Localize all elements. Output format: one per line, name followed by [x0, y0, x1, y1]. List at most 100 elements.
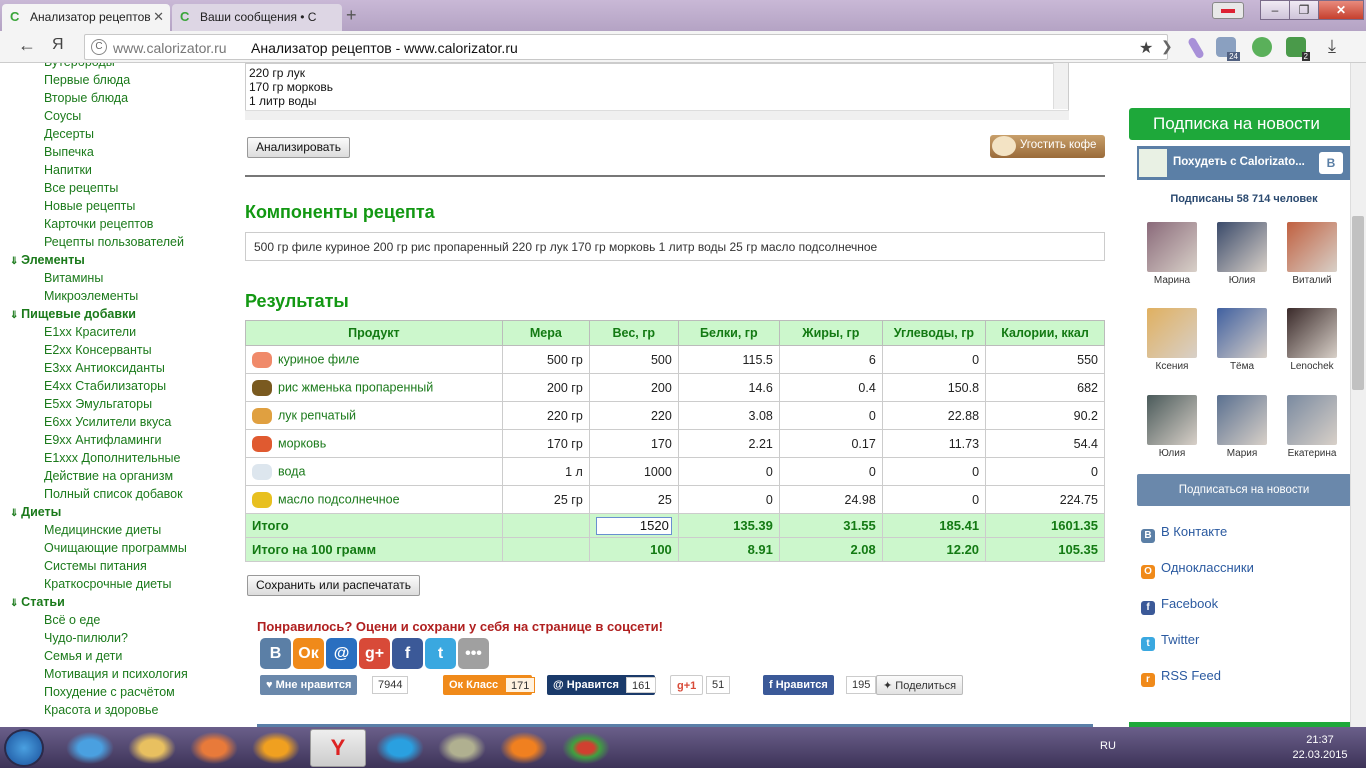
sidebar-item[interactable]: Выпечка	[44, 145, 94, 159]
member-name[interactable]: Тёма	[1207, 361, 1277, 372]
member-name[interactable]: Мария	[1207, 448, 1277, 459]
window-minimize-button[interactable]: –	[1260, 0, 1290, 20]
ie-taskbar-icon[interactable]	[62, 729, 118, 767]
social-share-icon[interactable]: В	[260, 638, 291, 669]
product-link[interactable]: лук репчатый	[278, 408, 356, 422]
product-link[interactable]: морковь	[278, 436, 326, 450]
sidebar-item[interactable]: E1xx Красители	[44, 325, 136, 339]
vk-subscribe-button[interactable]: Подписаться на новости	[1137, 474, 1351, 506]
member-name[interactable]: Ксения	[1137, 361, 1207, 372]
fb-like-button[interactable]: f Нравится	[763, 675, 834, 695]
window-maximize-button[interactable]: ❐	[1289, 0, 1319, 20]
social-link[interactable]: t Twitter	[1141, 632, 1199, 651]
social-share-icon[interactable]: g+	[359, 638, 390, 669]
refresh-extension-icon[interactable]	[1252, 37, 1272, 57]
page-scrollbar[interactable]	[1350, 63, 1366, 727]
chevron-right-icon[interactable]: ❯	[1161, 38, 1173, 55]
social-share-icon[interactable]: @	[326, 638, 357, 669]
taskbar-clock[interactable]: 21:37 22.03.2015	[1290, 733, 1350, 763]
member-name[interactable]: Виталий	[1277, 275, 1347, 286]
share-button[interactable]: ✦ Поделиться	[876, 675, 964, 695]
sidebar-item[interactable]: Карточки рецептов	[44, 217, 153, 231]
sidebar-section-header[interactable]: Диеты	[10, 505, 61, 519]
skype-taskbar-icon[interactable]	[372, 729, 428, 767]
member-name[interactable]: Юлия	[1137, 448, 1207, 459]
product-link[interactable]: вода	[278, 464, 305, 478]
sidebar-item[interactable]: Первые блюда	[44, 73, 130, 87]
feather-extension-icon[interactable]	[1187, 36, 1205, 60]
member-avatar[interactable]	[1287, 395, 1337, 445]
sidebar-item[interactable]: E3xx Антиоксиданты	[44, 361, 165, 375]
sidebar-item[interactable]: Полный список добавок	[44, 487, 183, 501]
site-info-icon[interactable]: C	[91, 39, 107, 55]
sidebar-item[interactable]: Микроэлементы	[44, 289, 138, 303]
social-link[interactable]: f Facebook	[1141, 596, 1218, 615]
vk-like-button[interactable]: ♥ Мне нравится	[260, 675, 358, 695]
sidebar-item[interactable]: Напитки	[44, 163, 92, 177]
social-link[interactable]: r RSS Feed	[1141, 668, 1221, 687]
explorer-taskbar-icon[interactable]	[124, 729, 180, 767]
member-avatar[interactable]	[1287, 308, 1337, 358]
yandex-browser-taskbar-icon[interactable]: Y	[310, 729, 366, 767]
yandex-button[interactable]: Я	[52, 36, 64, 54]
language-indicator[interactable]: RU	[1100, 740, 1116, 752]
vk-group-widget-header[interactable]: Похудеть с Calorizato... В	[1137, 146, 1351, 180]
social-link[interactable]: В В Контакте	[1141, 524, 1227, 543]
sidebar-item[interactable]: E1xxx Дополнительные	[44, 451, 180, 465]
start-button[interactable]	[4, 729, 44, 767]
close-tab-icon[interactable]: ✕	[153, 9, 164, 25]
sidebar-item[interactable]: E5xx Эмульгаторы	[44, 397, 152, 411]
sidebar-item[interactable]: E9xx Антифламинги	[44, 433, 162, 447]
sidebar-item[interactable]: Десерты	[44, 127, 94, 141]
member-avatar[interactable]	[1147, 395, 1197, 445]
chrome-taskbar-icon[interactable]	[558, 729, 614, 767]
social-link[interactable]: О Одноклассники	[1141, 560, 1254, 579]
media-taskbar-icon[interactable]	[186, 729, 242, 767]
app-taskbar-icon[interactable]	[248, 729, 304, 767]
sidebar-item[interactable]: Соусы	[44, 109, 81, 123]
gplus-button[interactable]: g+1	[670, 675, 704, 695]
window-close-button[interactable]: ✕	[1318, 0, 1364, 20]
sidebar-section-header[interactable]: Элементы	[10, 253, 85, 267]
social-share-icon[interactable]: •••	[458, 638, 489, 669]
member-name[interactable]: Екатерина	[1277, 448, 1347, 459]
vk-group-name[interactable]: Похудеть с Calorizato...	[1173, 156, 1305, 168]
member-avatar[interactable]	[1217, 395, 1267, 445]
sidebar-item[interactable]: E6xx Усилители вкуса	[44, 415, 171, 429]
sidebar-item[interactable]: Красота и здоровье	[44, 703, 158, 717]
sidebar-item[interactable]: E2xx Консерванты	[44, 343, 152, 357]
bookmark-star-icon[interactable]: ★	[1139, 38, 1153, 58]
textarea-scrollbar[interactable]	[1053, 63, 1068, 109]
social-share-icon[interactable]: Ок	[293, 638, 324, 669]
sidebar-item[interactable]: Мотивация и психология	[44, 667, 188, 681]
sidebar-item[interactable]: Действие на организм	[44, 469, 173, 483]
avast-taskbar-icon[interactable]	[496, 729, 552, 767]
product-link[interactable]: куриное филе	[278, 352, 359, 366]
sidebar-item[interactable]: Рецепты пользователей	[44, 235, 184, 249]
sidebar-item[interactable]: E4xx Стабилизаторы	[44, 379, 166, 393]
new-tab-button[interactable]: +	[346, 5, 357, 26]
analyze-button[interactable]: Анализировать	[247, 137, 350, 158]
member-name[interactable]: Марина	[1137, 275, 1207, 286]
sidebar-item[interactable]: Чудо-пилюли?	[44, 631, 128, 645]
sidebar-section-header[interactable]: Статьи	[10, 595, 65, 609]
member-avatar[interactable]	[1217, 308, 1267, 358]
member-avatar[interactable]	[1147, 308, 1197, 358]
social-share-icon[interactable]: t	[425, 638, 456, 669]
save-print-button[interactable]: Сохранить или распечатать	[247, 575, 421, 596]
sidebar-item[interactable]: Бутерброды	[44, 63, 115, 69]
coffee-donate-button[interactable]: Угостить кофе	[990, 135, 1105, 158]
tab-messages[interactable]: C Ваши сообщения • С	[172, 4, 342, 31]
member-avatar[interactable]	[1217, 222, 1267, 272]
sidebar-item[interactable]: Витамины	[44, 271, 103, 285]
sidebar-item[interactable]: Системы питания	[44, 559, 147, 573]
download-icon[interactable]: ⤓	[1328, 36, 1336, 57]
sidebar-item[interactable]: Краткосрочные диеты	[44, 577, 171, 591]
member-name[interactable]: Юлия	[1207, 275, 1277, 286]
member-avatar[interactable]	[1287, 222, 1337, 272]
sidebar-item[interactable]: Похудение с расчётом	[44, 685, 175, 699]
product-link[interactable]: рис жменька пропаренный	[278, 380, 433, 394]
sidebar-item[interactable]: Все рецепты	[44, 181, 118, 195]
member-name[interactable]: Lenochek	[1277, 361, 1347, 372]
app2-taskbar-icon[interactable]	[434, 729, 490, 767]
